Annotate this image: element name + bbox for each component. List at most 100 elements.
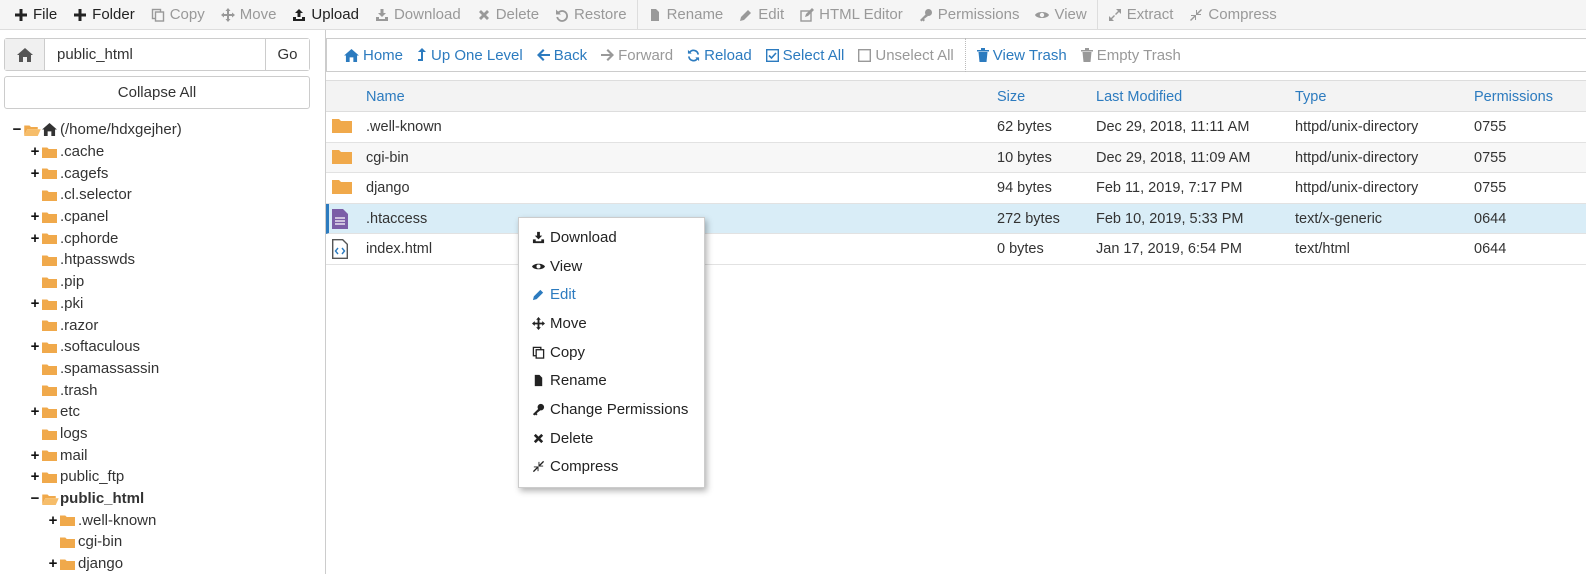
context-menu-item-rename[interactable]: Rename xyxy=(519,366,704,395)
tree-item[interactable]: + public_ftp xyxy=(0,466,326,488)
plus-icon xyxy=(15,8,27,21)
context-menu-item-edit[interactable]: Edit xyxy=(519,280,704,309)
context-menu-item-move[interactable]: Move xyxy=(519,309,704,338)
table-row[interactable]: index.html 0 bytes Jan 17, 2019, 6:54 PM te… xyxy=(326,234,1586,265)
rename-button[interactable]: Rename xyxy=(640,0,732,30)
expand-icon[interactable]: + xyxy=(30,295,40,312)
up-one-level-button[interactable]: Up One Level xyxy=(410,47,530,64)
tree-item[interactable]: + .cpanel xyxy=(0,206,326,228)
home-icon[interactable] xyxy=(5,39,45,70)
expand-icon[interactable]: + xyxy=(30,208,40,225)
tree-item-label: mail xyxy=(60,446,88,464)
expand-icon[interactable]: + xyxy=(48,555,58,572)
column-header-size[interactable]: Size xyxy=(997,89,1025,105)
column-header-name[interactable]: Name xyxy=(366,89,405,105)
collapse-icon[interactable]: − xyxy=(30,490,40,507)
file-name[interactable]: cgi-bin xyxy=(366,150,409,166)
view-trash-button[interactable]: View Trash xyxy=(970,47,1074,64)
edit-button[interactable]: Edit xyxy=(731,0,792,30)
folder-button[interactable]: Folder xyxy=(65,0,143,30)
go-button[interactable]: Go xyxy=(265,39,309,70)
table-row[interactable]: .htaccess 272 bytes Feb 10, 2019, 5:33 PM t… xyxy=(326,203,1586,235)
home-button[interactable]: Home xyxy=(337,47,410,64)
file-modified: Feb 10, 2019, 5:33 PM xyxy=(1096,210,1244,227)
tree-item-label: .cpanel xyxy=(60,208,109,226)
upload-icon xyxy=(293,8,306,21)
path-input[interactable] xyxy=(45,39,265,70)
context-menu-item-change-permissions[interactable]: Change Permissions xyxy=(519,395,704,424)
collapse-icon[interactable]: − xyxy=(12,121,22,138)
expand-icon[interactable]: + xyxy=(30,403,40,420)
tree-item[interactable]: + django xyxy=(0,553,326,574)
key-icon xyxy=(919,8,932,21)
folder-icon xyxy=(42,448,57,465)
column-header-permissions[interactable]: Permissions xyxy=(1474,89,1553,105)
context-menu-item-download[interactable]: Download xyxy=(519,223,704,252)
permissions-button[interactable]: Permissions xyxy=(911,0,1028,30)
empty-trash-button[interactable]: Empty Trash xyxy=(1074,47,1188,64)
download-button[interactable]: Download xyxy=(367,0,469,30)
expand-icon[interactable]: + xyxy=(30,447,40,464)
tree-item[interactable]: logs xyxy=(0,423,326,445)
file-name[interactable]: django xyxy=(366,180,410,196)
home-icon xyxy=(344,48,359,62)
expand-icon[interactable]: + xyxy=(30,230,40,247)
expand-icon[interactable]: + xyxy=(30,143,40,160)
select-all-button[interactable]: Select All xyxy=(759,47,852,64)
back-button[interactable]: Back xyxy=(530,47,594,64)
html-editor-button[interactable]: HTML Editor xyxy=(792,0,911,30)
context-menu-item-view[interactable]: View xyxy=(519,252,704,281)
file-permissions: 0755 xyxy=(1474,149,1507,166)
tree-item[interactable]: cgi-bin xyxy=(0,531,326,553)
context-menu-item-compress[interactable]: Compress xyxy=(519,453,704,482)
reload-button[interactable]: Reload xyxy=(680,47,759,64)
file-name[interactable]: .htaccess xyxy=(366,211,427,227)
upload-button[interactable]: Upload xyxy=(284,0,367,30)
tree-item[interactable]: .pip xyxy=(0,271,326,293)
copy-button[interactable]: Copy xyxy=(143,0,213,30)
column-header-last-modified[interactable]: Last Modified xyxy=(1096,89,1182,105)
file-name[interactable]: index.html xyxy=(366,241,432,257)
tree-item[interactable]: + .well-known xyxy=(0,509,326,531)
tree-item[interactable]: + .pki xyxy=(0,293,326,315)
tree-item[interactable]: .cl.selector xyxy=(0,184,326,206)
expand-icon[interactable]: + xyxy=(30,338,40,355)
expand-icon[interactable]: + xyxy=(30,468,40,485)
move-button[interactable]: Move xyxy=(213,0,285,30)
unselect-all-button[interactable]: Unselect All xyxy=(851,47,960,64)
restore-button[interactable]: Restore xyxy=(547,0,635,30)
extract-button[interactable]: Extract xyxy=(1100,0,1182,30)
tree-item-label: .trash xyxy=(60,381,98,399)
tree-item[interactable]: .razor xyxy=(0,314,326,336)
tree-item[interactable]: + .softaculous xyxy=(0,336,326,358)
trash-icon xyxy=(1080,48,1093,62)
tree-item[interactable]: .htpasswds xyxy=(0,249,326,271)
tree-item[interactable]: + etc xyxy=(0,401,326,423)
collapse-all-button[interactable]: Collapse All xyxy=(4,76,310,109)
table-row[interactable]: django 94 bytes Feb 11, 2019, 7:17 PM httpd… xyxy=(326,173,1586,204)
context-menu-label: Edit xyxy=(550,286,576,304)
file-name[interactable]: .well-known xyxy=(366,119,442,135)
tree-item[interactable]: + .cagefs xyxy=(0,162,326,184)
tree-item[interactable]: + .cphorde xyxy=(0,227,326,249)
column-header-type[interactable]: Type xyxy=(1295,89,1326,105)
context-menu-item-delete[interactable]: Delete xyxy=(519,424,704,453)
tree-item[interactable]: − (/home/hdxgejher) xyxy=(0,119,326,141)
view-button[interactable]: View xyxy=(1027,0,1094,30)
context-menu-item-copy[interactable]: Copy xyxy=(519,338,704,367)
table-row[interactable]: cgi-bin 10 bytes Dec 29, 2018, 11:09 AM htt… xyxy=(326,142,1586,174)
file-modified: Feb 11, 2019, 7:17 PM xyxy=(1096,180,1243,197)
expand-icon[interactable]: + xyxy=(48,512,58,529)
tree-item[interactable]: .spamassassin xyxy=(0,358,326,380)
tree-item[interactable]: .trash xyxy=(0,379,326,401)
file-button[interactable]: File xyxy=(6,0,65,30)
table-row[interactable]: .well-known 62 bytes Dec 29, 2018, 11:11 A… xyxy=(326,112,1586,143)
delete-button[interactable]: Delete xyxy=(469,0,547,30)
compress-button[interactable]: Compress xyxy=(1181,0,1284,30)
tree-item[interactable]: − public_html xyxy=(0,488,326,510)
folder-tree-pane: Go Collapse All − (/home/hdxgejher) + .cach… xyxy=(0,30,326,574)
expand-icon[interactable]: + xyxy=(30,165,40,182)
tree-item[interactable]: + .cache xyxy=(0,141,326,163)
forward-button[interactable]: Forward xyxy=(594,47,680,64)
tree-item[interactable]: + mail xyxy=(0,444,326,466)
